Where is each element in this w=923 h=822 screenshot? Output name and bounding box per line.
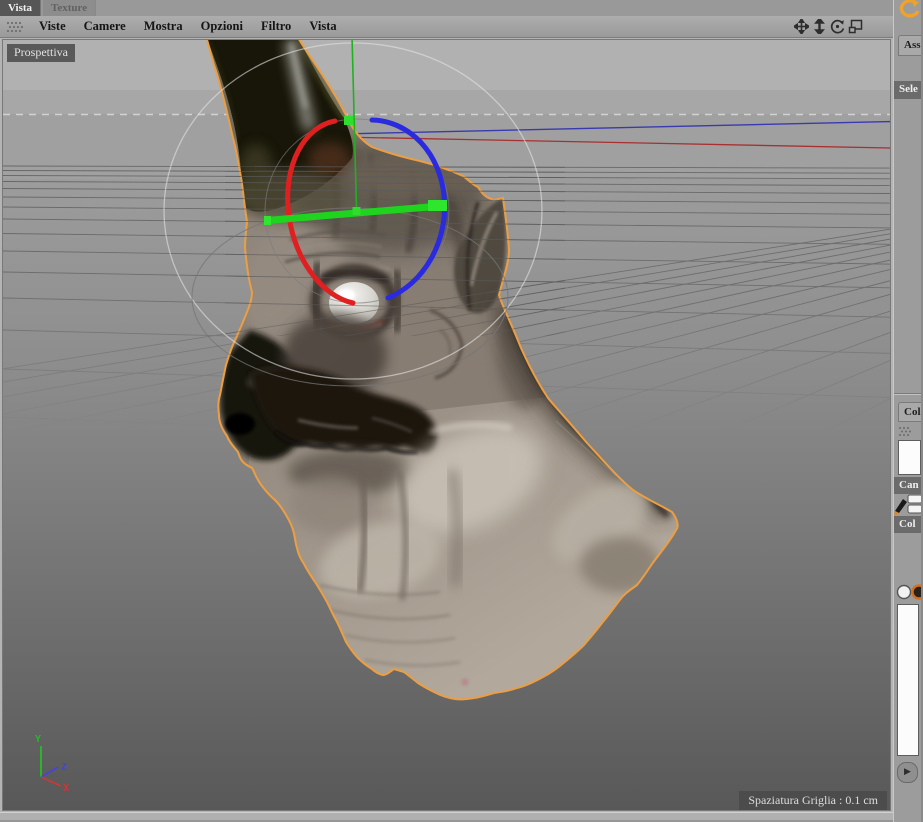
application-window: Vista Texture Viste Camere Mostra Opzion… (0, 0, 923, 822)
menu-camere[interactable]: Camere (75, 19, 135, 34)
tab-attributes[interactable]: Ass (898, 35, 923, 56)
move-icon[interactable] (794, 19, 809, 34)
grip-handle-icon[interactable] (898, 426, 912, 437)
grip-handle-icon[interactable] (6, 21, 24, 33)
color-mode-radios[interactable] (896, 584, 923, 600)
panel-divider (894, 393, 923, 395)
tab-color[interactable]: Col (898, 402, 923, 422)
3d-viewport[interactable]: Y Z X Prospettiva Spaziatura Griglia : 0… (3, 40, 890, 810)
gizmo-y-handle (344, 116, 353, 125)
brush-tool-icon[interactable] (894, 493, 923, 516)
selection-section-header: Sele (894, 81, 923, 99)
panel-expand-button[interactable]: ▶ (897, 762, 918, 783)
maximize-icon[interactable] (848, 19, 863, 34)
axis-x-label: X (63, 783, 69, 794)
right-panel: Ass Sele Col Can Col ▶ (893, 0, 923, 822)
viewport-bottom-frame (0, 812, 893, 822)
menu-viste[interactable]: Viste (30, 19, 75, 34)
view-tabbar: Vista Texture (0, 0, 893, 16)
color-section-header: Col (894, 516, 923, 533)
rotate-tool-icon[interactable] (898, 0, 920, 18)
zoom-icon[interactable] (812, 19, 827, 34)
camera-view-label[interactable]: Prospettiva (7, 44, 75, 62)
grid-spacing-status: Spaziatura Griglia : 0.1 cm (739, 791, 887, 810)
axis-z-label: Z (61, 762, 67, 773)
gizmo-center-handle (353, 207, 361, 215)
viewport-menubar: Viste Camere Mostra Opzioni Filtro Vista (0, 16, 893, 38)
menu-vista[interactable]: Vista (300, 19, 345, 34)
gizmo-bar-right-handle (428, 200, 447, 211)
skin-pink-spot (462, 679, 469, 686)
tab-vista[interactable]: Vista (0, 0, 41, 16)
color-swatch[interactable] (898, 440, 921, 475)
tab-texture[interactable]: Texture (43, 0, 96, 16)
channels-section-header: Can (894, 477, 923, 494)
axis-y-label: Y (35, 734, 41, 745)
viewport-frame: Y Z X Prospettiva Spaziatura Griglia : 0… (0, 38, 893, 812)
gizmo-bar-left-handle (264, 216, 271, 225)
color-field[interactable] (897, 604, 919, 756)
menu-opzioni[interactable]: Opzioni (192, 19, 252, 34)
rotate-icon[interactable] (830, 19, 845, 34)
menu-filtro[interactable]: Filtro (252, 19, 300, 34)
menu-mostra[interactable]: Mostra (135, 19, 192, 34)
